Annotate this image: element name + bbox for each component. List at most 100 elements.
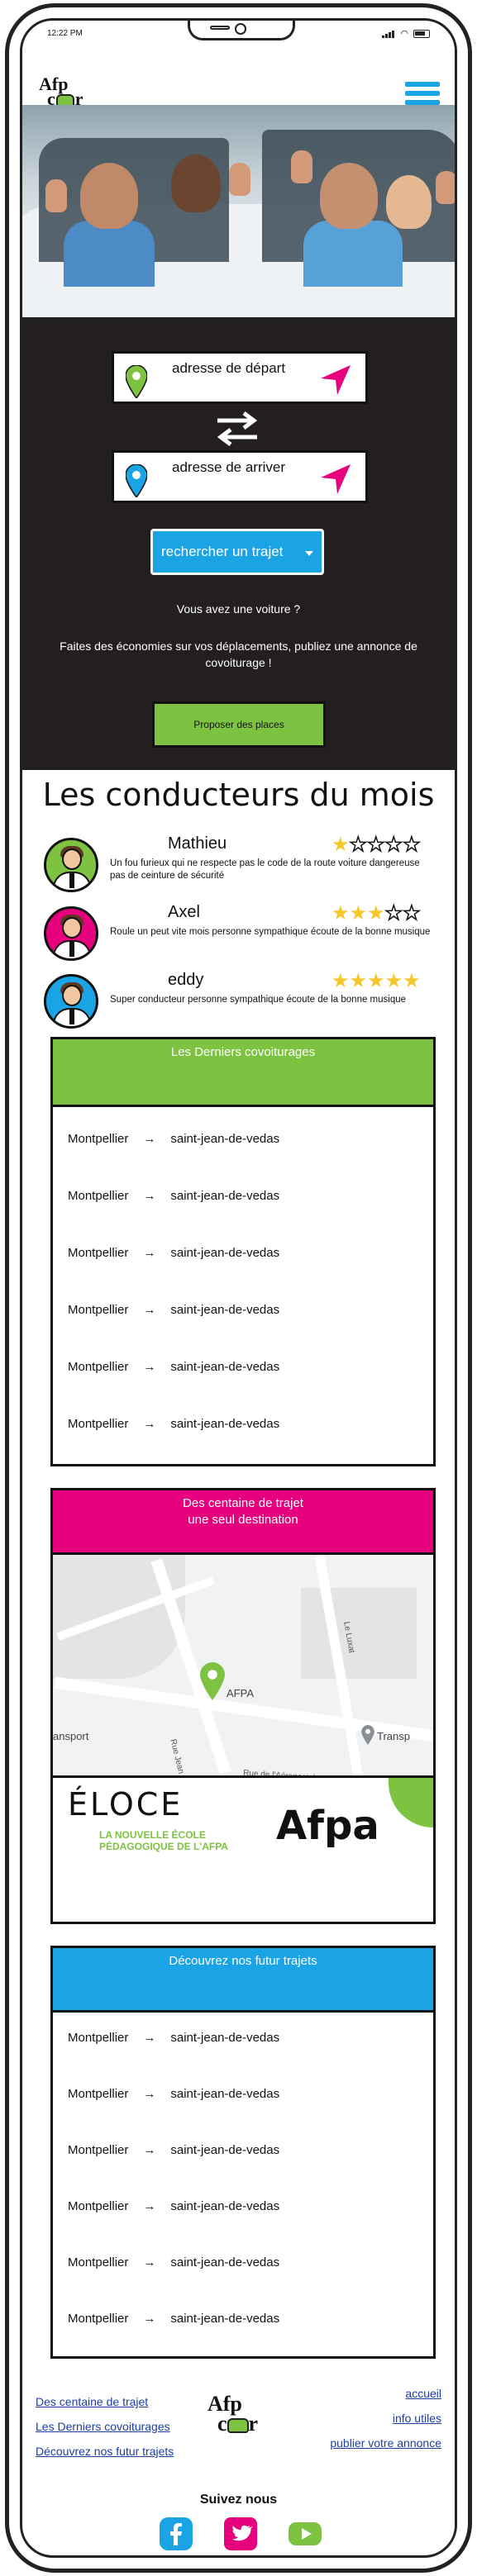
- star-icon: ★: [332, 902, 350, 924]
- trip-from: Montpellier: [68, 2087, 129, 2101]
- trip-from: Montpellier: [68, 1132, 129, 1146]
- map-right-label: Transp: [377, 1730, 410, 1742]
- trip-from: Montpellier: [68, 2312, 129, 2326]
- car-question: Vous avez une voiture ?: [176, 602, 301, 615]
- swap-icon[interactable]: [212, 411, 262, 447]
- trip-item[interactable]: Montpellier → saint-jean-de-vedas: [68, 2031, 279, 2045]
- trip-to: saint-jean-de-vedas: [170, 2199, 280, 2213]
- footer-link[interactable]: Découvrez nos futur trajets: [36, 2445, 174, 2458]
- locate-arrow-icon[interactable]: [319, 364, 352, 397]
- star-icon: ★: [384, 902, 403, 925]
- star-icon: ★: [402, 834, 421, 857]
- phone-screen: 12:22 PM ◠ Afp cr adresse de départ adre…: [20, 18, 457, 2558]
- driver-name: eddy: [168, 971, 204, 989]
- departure-label: adresse de départ: [172, 360, 286, 376]
- map-left-label: ansport: [53, 1730, 89, 1742]
- trip-item[interactable]: Montpellier → saint-jean-de-vedas: [68, 2199, 279, 2213]
- star-icon: ★: [402, 902, 421, 925]
- trip-to: saint-jean-de-vedas: [170, 2143, 280, 2157]
- trip-item[interactable]: Montpellier → saint-jean-de-vedas: [68, 2087, 279, 2101]
- arrow-right-icon: →: [143, 2143, 156, 2157]
- footer-link[interactable]: info utiles: [393, 2412, 441, 2425]
- star-icon: ★: [403, 970, 421, 992]
- location-map[interactable]: AFPA ansport Transp Rue de l'Aéropostale…: [53, 1555, 433, 1778]
- afpa-logo: Afpa: [276, 1803, 379, 1849]
- trip-item[interactable]: Montpellier → saint-jean-de-vedas: [68, 2312, 279, 2326]
- facebook-icon[interactable]: [158, 2516, 194, 2552]
- trip-to: saint-jean-de-vedas: [170, 2312, 280, 2326]
- trip-item[interactable]: Montpellier → saint-jean-de-vedas: [68, 1246, 279, 1260]
- destination-card: Des centaine de trajet une seul destinat…: [50, 1488, 436, 1924]
- footer-link[interactable]: Les Derniers covoiturages: [36, 2420, 170, 2433]
- trip-item[interactable]: Montpellier → saint-jean-de-vedas: [68, 1360, 279, 1374]
- follow-us-label: Suivez nous: [199, 2493, 278, 2507]
- arrival-field[interactable]: adresse de arriver: [112, 450, 368, 503]
- trip-to: saint-jean-de-vedas: [170, 1360, 280, 1374]
- driver-name: Axel: [168, 903, 200, 921]
- youtube-icon[interactable]: [287, 2516, 323, 2552]
- trip-from: Montpellier: [68, 1246, 129, 1260]
- footer-link[interactable]: publier votre annonce: [330, 2436, 441, 2450]
- rating-stars: ★★★★★: [332, 971, 421, 992]
- footer-logo[interactable]: Afp cr: [204, 2392, 279, 2441]
- trip-item[interactable]: Montpellier → saint-jean-de-vedas: [68, 2143, 279, 2157]
- eloce-subtitle: LA NOUVELLE ÉCOLE PÉDAGOGIQUE DE L'AFPA: [99, 1829, 228, 1852]
- map-pin-blue-icon: [126, 464, 147, 497]
- driver-name: Mathieu: [168, 834, 227, 853]
- propose-seats-button[interactable]: Proposer des places: [152, 701, 326, 748]
- footer-link[interactable]: accueil: [405, 2387, 441, 2400]
- trip-from: Montpellier: [68, 2143, 129, 2157]
- trip-item[interactable]: Montpellier → saint-jean-de-vedas: [68, 1132, 279, 1146]
- battery-icon: [413, 29, 430, 38]
- star-icon: ★: [367, 902, 385, 924]
- road-label: Rue de l'Aéropostale: [242, 1768, 320, 1778]
- star-icon: ★: [349, 970, 368, 992]
- arrow-right-icon: →: [143, 2031, 156, 2045]
- trip-to: saint-jean-de-vedas: [170, 2031, 280, 2045]
- star-icon: ★: [384, 970, 403, 992]
- rating-stars: ★★★★★: [332, 834, 421, 857]
- driver-row[interactable]: Axel ★★★★★ Roule un peut vite mois personn…: [44, 902, 441, 962]
- status-icons: ◠: [382, 28, 430, 39]
- destination-title-2: une seul destination: [188, 1513, 298, 1527]
- driver-row[interactable]: eddy ★★★★★ Super conducteur personne sympa…: [44, 971, 441, 1030]
- driver-row[interactable]: Mathieu ★★★★★ Un fou furieux qui ne respec…: [44, 834, 441, 894]
- star-icon: ★: [349, 902, 368, 924]
- wifi-icon: ◠: [400, 29, 408, 39]
- footer-link[interactable]: Des centaine de trajet: [36, 2395, 148, 2408]
- search-button[interactable]: rechercher un trajet: [150, 529, 324, 575]
- arrow-right-icon: →: [143, 1360, 156, 1374]
- departure-field[interactable]: adresse de départ: [112, 351, 368, 404]
- trip-item[interactable]: Montpellier → saint-jean-de-vedas: [68, 1303, 279, 1317]
- afpa-leaf-icon: [389, 1778, 433, 1827]
- locate-arrow-icon[interactable]: [319, 463, 352, 496]
- arrival-label: adresse de arriver: [172, 459, 286, 475]
- star-icon: ★: [332, 834, 350, 856]
- status-bar: 12:22 PM ◠: [22, 21, 455, 45]
- star-icon: ★: [349, 834, 368, 857]
- trip-item[interactable]: Montpellier → saint-jean-de-vedas: [68, 1189, 279, 1203]
- future-trips-card: Découvrez nos futur trajets Montpellier →…: [50, 1946, 436, 2359]
- trip-from: Montpellier: [68, 1189, 129, 1203]
- arrow-right-icon: →: [143, 1303, 156, 1317]
- trip-from: Montpellier: [68, 2031, 129, 2045]
- arrow-right-icon: →: [143, 2255, 156, 2269]
- search-section: adresse de départ adresse de arriver rec…: [22, 320, 455, 770]
- map-place-icon: [361, 1725, 374, 1745]
- trip-to: saint-jean-de-vedas: [170, 1417, 280, 1431]
- map-pin-icon: [200, 1662, 225, 1700]
- twitter-icon[interactable]: [222, 2516, 259, 2552]
- trip-item[interactable]: Montpellier → saint-jean-de-vedas: [68, 2255, 279, 2269]
- eloce-logo: ÉLOCE: [68, 1786, 184, 1823]
- drivers-title: Les conducteurs du mois: [42, 777, 435, 813]
- avatar: [44, 906, 98, 961]
- driver-description: Roule un peut vite mois personne sympath…: [110, 927, 431, 937]
- driver-description: Un fou furieux qui ne respecte pas le co…: [110, 858, 420, 881]
- trip-item[interactable]: Montpellier → saint-jean-de-vedas: [68, 1417, 279, 1431]
- trip-to: saint-jean-de-vedas: [170, 1303, 280, 1317]
- avatar: [44, 838, 98, 892]
- latest-trips-header: Les Derniers covoiturages: [53, 1039, 433, 1107]
- map-pin-green-icon: [126, 365, 147, 398]
- arrow-right-icon: →: [143, 2087, 156, 2101]
- trip-to: saint-jean-de-vedas: [170, 1246, 280, 1260]
